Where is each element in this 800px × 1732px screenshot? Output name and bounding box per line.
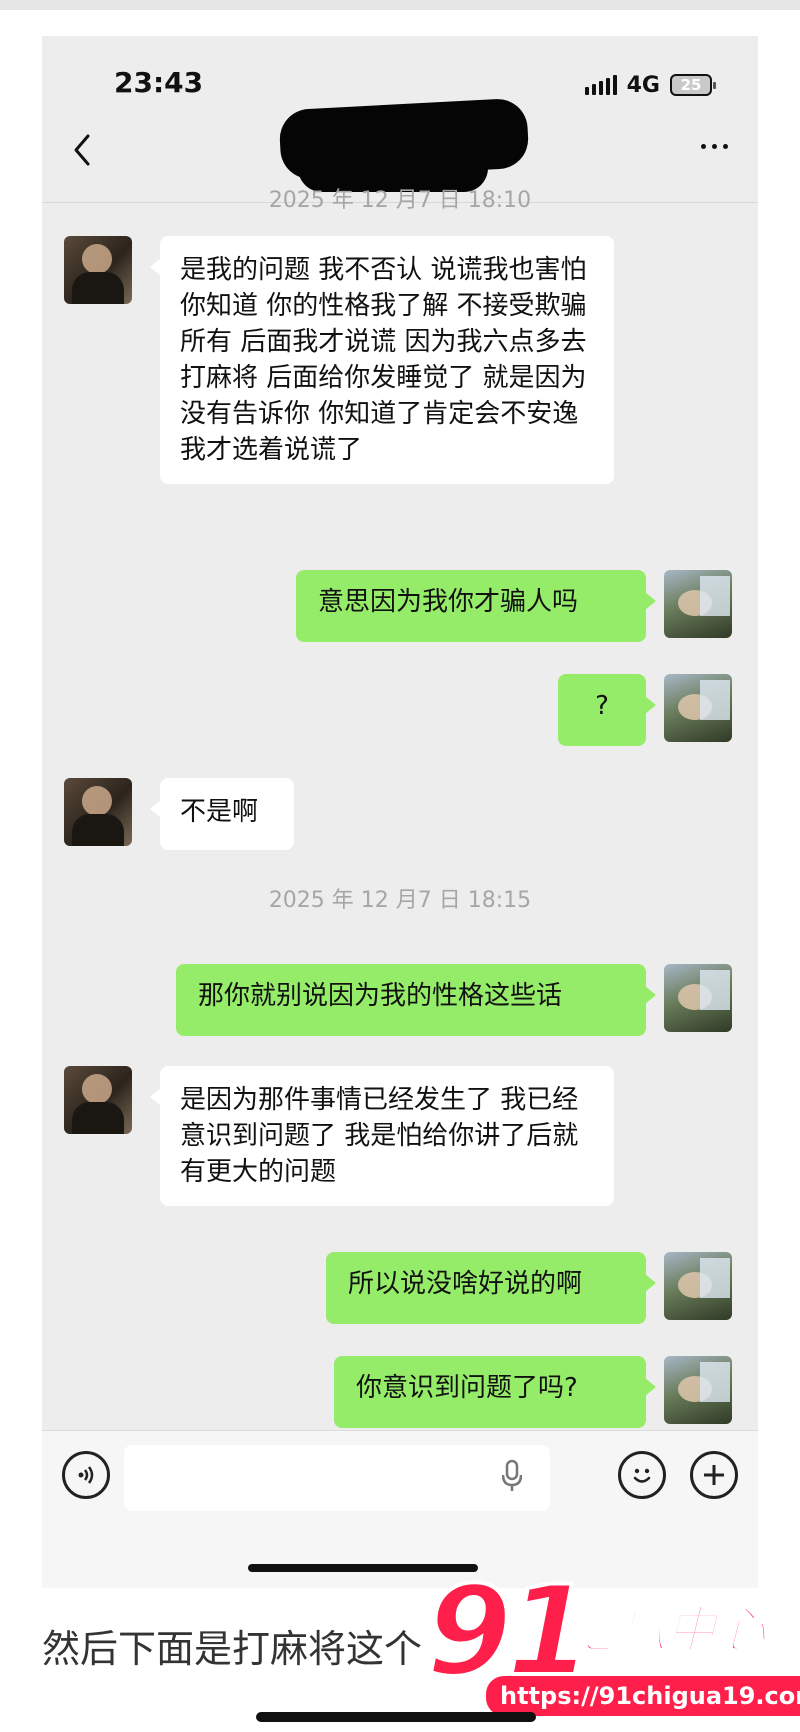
bottom-home-indicator: [256, 1712, 536, 1722]
signal-icon: [584, 75, 617, 95]
battery-icon: 25: [670, 74, 716, 96]
message-outgoing: 意思因为我你才骗人吗: [296, 570, 656, 642]
caption-text: 然后下面是打麻将这个: [42, 1627, 423, 1671]
network-label: 4G: [626, 72, 660, 98]
my-avatar[interactable]: [664, 1356, 732, 1424]
message-outgoing: 那你就别说因为我的性格这些话: [176, 964, 656, 1036]
message-incoming: 是我的问题 我不否认 说谎我也害怕你知道 你的性格我了解 不接受欺骗 所有 后面…: [150, 236, 614, 484]
voice-icon[interactable]: [62, 1451, 110, 1499]
status-bar-right: 4G 25: [584, 70, 716, 100]
my-avatar[interactable]: [664, 964, 732, 1032]
watermark-brand: 吃瓜中心: [565, 1600, 767, 1660]
message-outgoing: ?: [558, 674, 656, 746]
contact-avatar[interactable]: [64, 1066, 132, 1134]
more-dots-icon[interactable]: [701, 144, 728, 149]
emoji-icon[interactable]: [618, 1451, 666, 1499]
contact-avatar[interactable]: [64, 236, 132, 304]
my-avatar[interactable]: [664, 1252, 732, 1320]
message-input[interactable]: [124, 1445, 550, 1511]
my-avatar[interactable]: [664, 674, 732, 742]
message-incoming: 是因为那件事情已经发生了 我已经意识到问题了 我是怕给你讲了后就有更大的问题: [150, 1066, 614, 1206]
timestamp: 2025 年 12 月7 日 18:10: [268, 188, 532, 213]
message-incoming: 不是啊: [150, 778, 294, 850]
timestamp: 2025 年 12 月7 日 18:15: [268, 888, 532, 913]
message-outgoing: 所以说没啥好说的啊: [326, 1252, 656, 1324]
watermark-url: https://91chigua19.com: [486, 1676, 800, 1716]
chevron-left-icon[interactable]: [68, 130, 98, 170]
top-strip: [0, 0, 800, 10]
contact-avatar[interactable]: [64, 778, 132, 846]
status-time: 23:43: [114, 66, 204, 99]
phone-screenshot: 23:43 4G 25 2025 年 12 月7 日 18:10 是我的问题 我…: [42, 36, 758, 1588]
message-outgoing: 你意识到问题了吗?: [334, 1356, 656, 1428]
battery-level: 25: [680, 76, 702, 94]
my-avatar[interactable]: [664, 570, 732, 638]
mic-icon[interactable]: [502, 1459, 522, 1493]
plus-icon[interactable]: [690, 1451, 738, 1499]
